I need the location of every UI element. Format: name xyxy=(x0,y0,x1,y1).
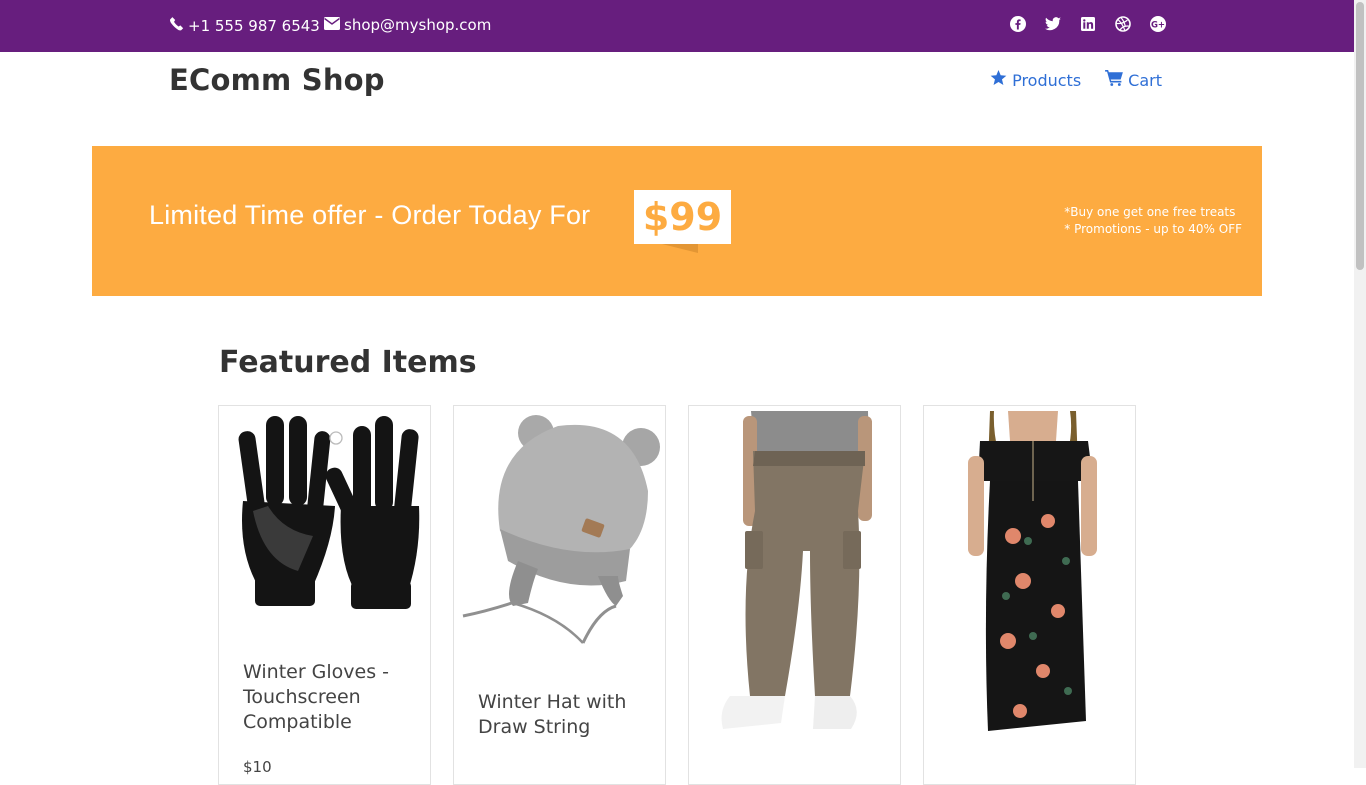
product-name[interactable]: Winter Gloves - Touchscreen Compatible xyxy=(243,660,418,735)
nav-products-label: Products xyxy=(1012,70,1082,90)
email-address: shop@myshop.com xyxy=(344,16,492,34)
dribbble-icon[interactable] xyxy=(1115,16,1131,32)
envelope-icon xyxy=(324,16,344,34)
product-card-dress[interactable] xyxy=(923,405,1136,785)
product-image-pants[interactable] xyxy=(693,411,898,741)
featured-items-heading: Featured Items xyxy=(219,345,477,380)
banner-promo-notes: *Buy one get one free treats * Promotion… xyxy=(1064,204,1242,238)
main-nav: Products Cart xyxy=(990,70,1162,90)
cart-icon xyxy=(1105,70,1128,90)
linkedin-icon[interactable] xyxy=(1080,16,1096,32)
phone-contact[interactable]: +1 555 987 6543 xyxy=(169,16,320,35)
top-contact-bar: +1 555 987 6543 shop@myshop.com G+ xyxy=(0,0,1354,52)
product-image-hat[interactable] xyxy=(458,411,663,644)
price-tag-fold xyxy=(662,244,698,253)
banner-headline: Limited Time offer - Order Today For xyxy=(149,200,591,230)
product-image-gloves[interactable] xyxy=(223,411,428,631)
star-icon xyxy=(990,70,1012,90)
facebook-icon[interactable] xyxy=(1010,16,1026,32)
promo-line: *Buy one get one free treats xyxy=(1064,205,1236,219)
email-contact[interactable]: shop@myshop.com xyxy=(324,16,491,34)
nav-cart-link[interactable]: Cart xyxy=(1105,70,1162,90)
product-card-hat[interactable]: Winter Hat with Draw String xyxy=(453,405,666,785)
product-name[interactable]: Winter Hat with Draw String xyxy=(478,690,653,740)
promo-banner[interactable]: Limited Time offer - Order Today For $99… xyxy=(92,146,1262,296)
banner-price-tag: $99 xyxy=(634,190,731,244)
twitter-icon[interactable] xyxy=(1045,16,1061,32)
promo-line: * Promotions - up to 40% OFF xyxy=(1064,222,1242,236)
svg-text:G+: G+ xyxy=(1151,21,1165,31)
google-plus-icon[interactable]: G+ xyxy=(1150,16,1166,32)
phone-number: +1 555 987 6543 xyxy=(188,16,320,35)
product-image-dress[interactable] xyxy=(928,411,1133,741)
brand-logo[interactable]: EComm Shop xyxy=(169,63,385,97)
page-scrollbar[interactable] xyxy=(1354,0,1366,768)
nav-cart-label: Cart xyxy=(1128,70,1162,90)
product-card-gloves[interactable]: Winter Gloves - Touchscreen Compatible $… xyxy=(218,405,431,785)
product-price: $10 xyxy=(243,758,272,776)
product-card-pants[interactable] xyxy=(688,405,901,785)
scrollbar-thumb[interactable] xyxy=(1356,2,1364,270)
social-links: G+ xyxy=(1010,16,1166,32)
nav-products-link[interactable]: Products xyxy=(990,70,1081,90)
phone-icon xyxy=(169,16,188,35)
